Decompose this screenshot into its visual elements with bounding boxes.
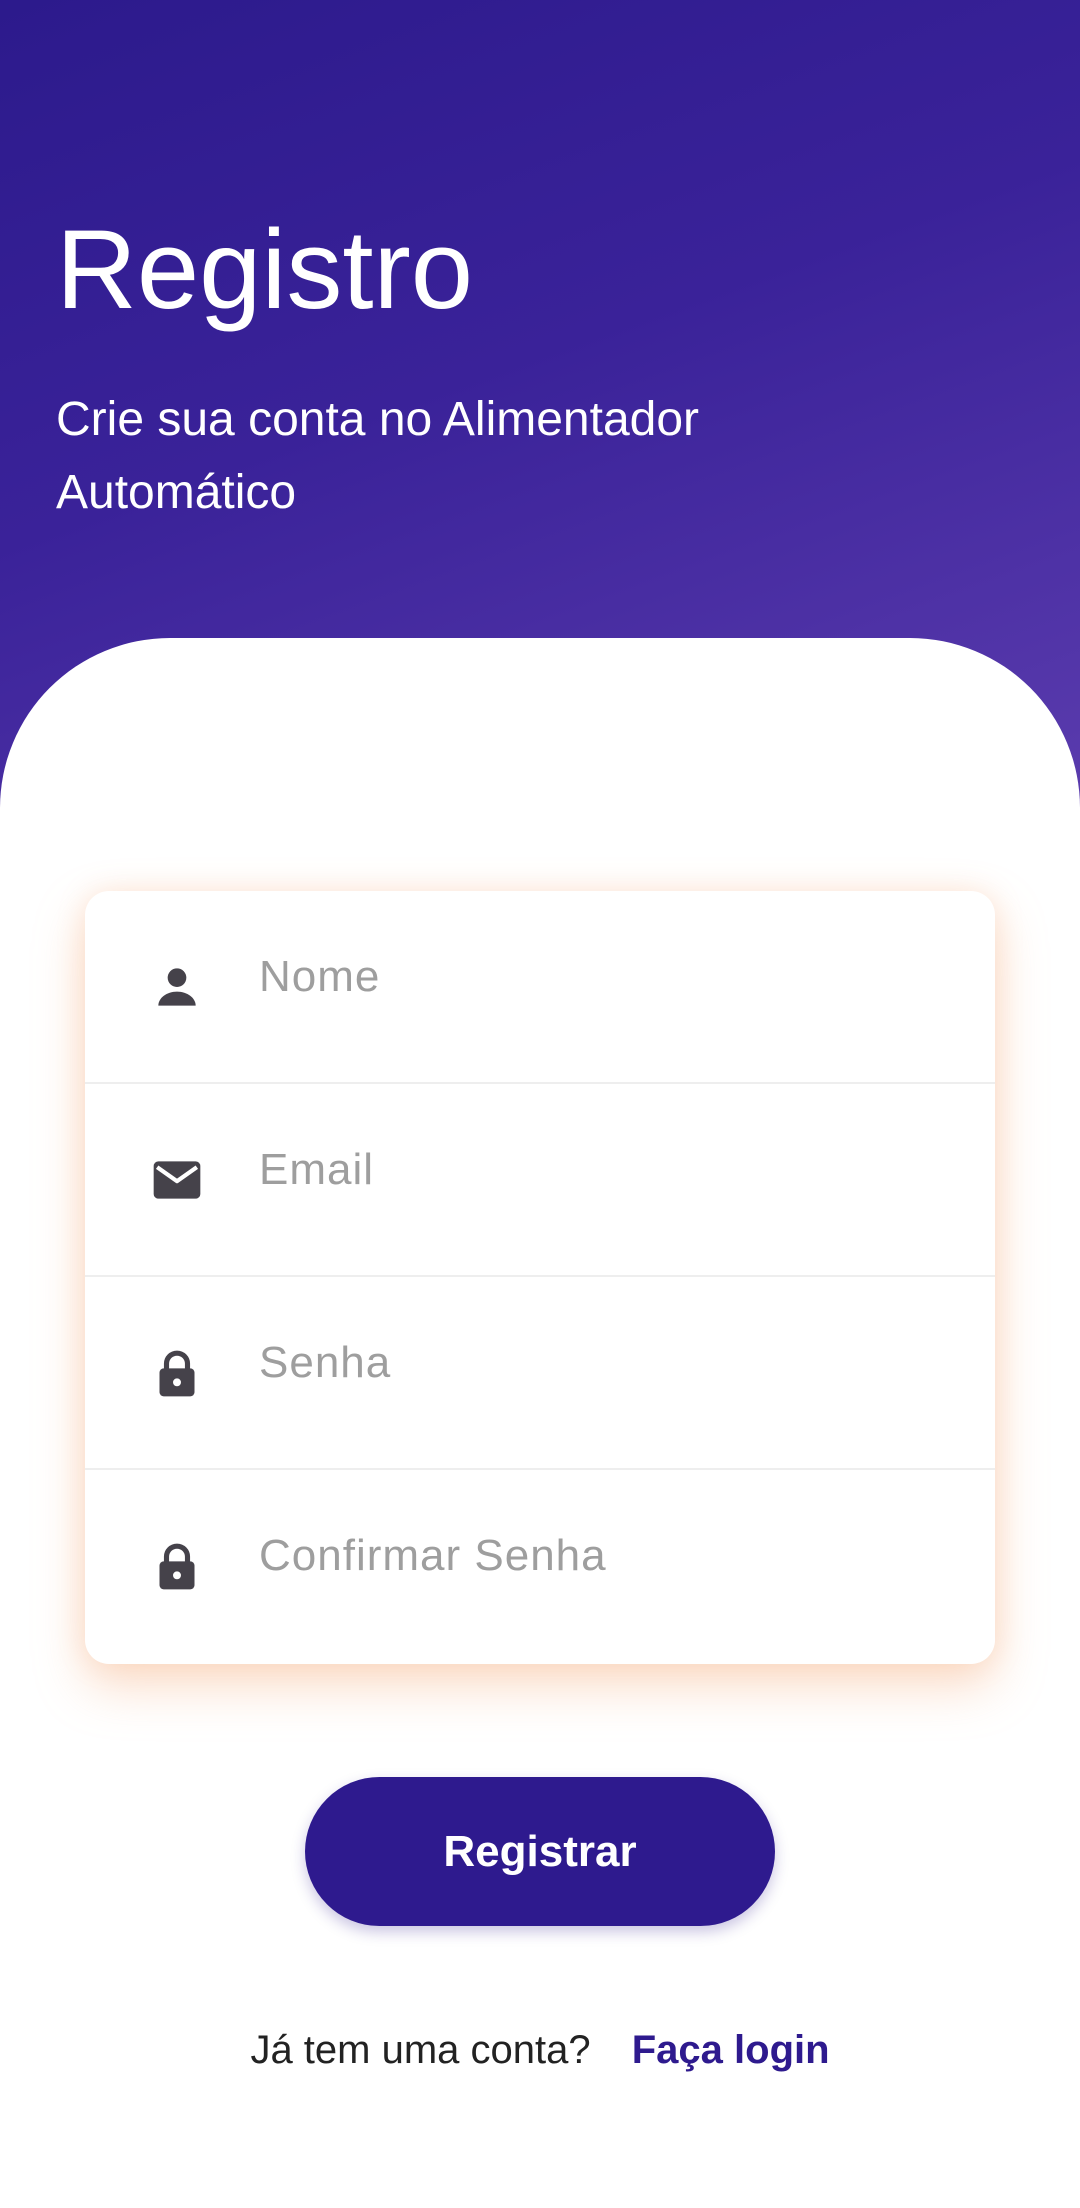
- page-subtitle: Crie sua conta no Alimentador Automático: [56, 393, 700, 519]
- login-link[interactable]: Faça login: [632, 2028, 830, 2072]
- person-icon: [149, 959, 205, 1015]
- confirm-password-field-row: [85, 1470, 995, 1664]
- lock-icon: [149, 1538, 205, 1594]
- password-input[interactable]: [259, 1333, 939, 1393]
- name-field-row: [85, 891, 995, 1084]
- password-field-row: [85, 1277, 995, 1470]
- name-input[interactable]: [259, 947, 939, 1007]
- lock-icon: [149, 1345, 205, 1401]
- email-input[interactable]: [259, 1140, 939, 1200]
- login-prompt: Já tem uma conta? Faça login: [0, 2022, 1080, 2078]
- registration-form-card: [85, 891, 995, 1664]
- email-field-row: [85, 1084, 995, 1277]
- confirm-password-input[interactable]: [259, 1526, 939, 1586]
- register-button[interactable]: Registrar: [305, 1777, 775, 1926]
- register-screen: Registro Crie sua conta no Alimentador A…: [0, 0, 1080, 2208]
- mail-icon: [149, 1152, 205, 1208]
- login-question-text: Já tem uma conta?: [250, 2028, 591, 2072]
- page-title: Registro: [56, 207, 474, 332]
